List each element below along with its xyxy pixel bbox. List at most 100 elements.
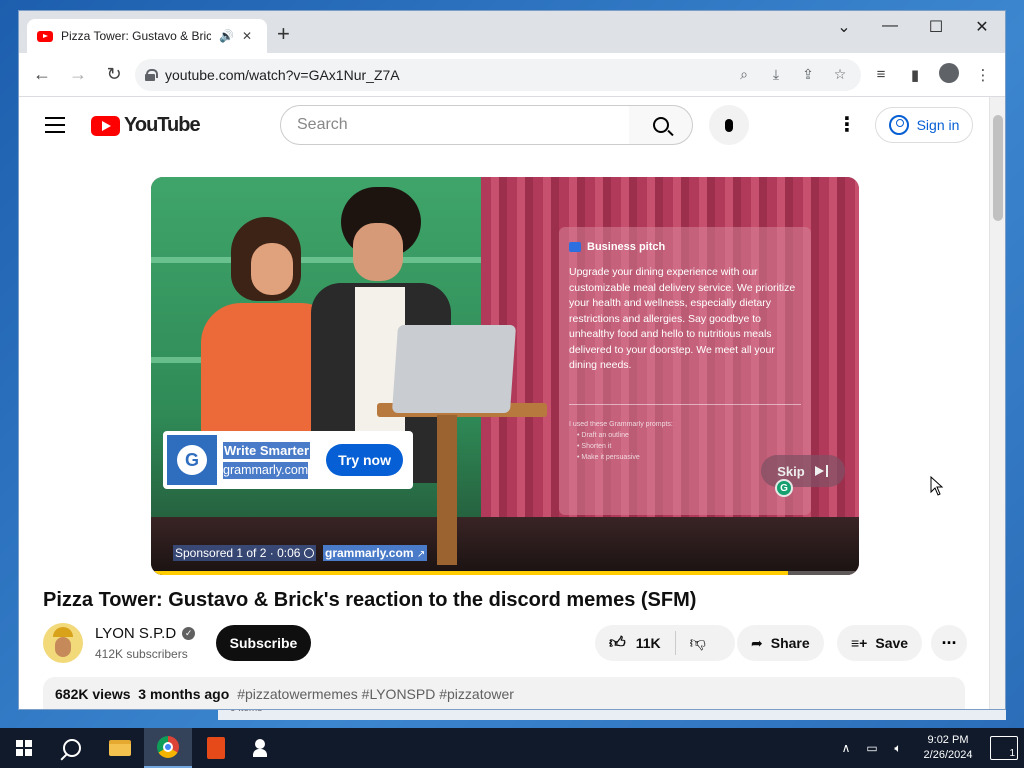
sign-in-button[interactable]: Sign in xyxy=(875,107,973,143)
search-button[interactable] xyxy=(629,105,693,145)
search-icon xyxy=(652,117,669,133)
notification-count: 1 xyxy=(1009,748,1015,759)
forward-arrow-icon[interactable]: → xyxy=(63,60,93,90)
hamburger-menu-icon[interactable] xyxy=(45,117,65,133)
video-title: Pizza Tower: Gustavo & Brick's reaction … xyxy=(43,589,697,611)
hashtags[interactable]: #pizzatowermemes #LYONSPD #pizzatower xyxy=(237,686,514,702)
bookmark-star-icon[interactable]: ☆ xyxy=(829,66,851,83)
ad-companion-card[interactable]: G Write Smarter grammarly.com Try now xyxy=(163,431,413,489)
people-icon xyxy=(253,739,275,757)
thumbs-up-icon: 👍︎ xyxy=(609,634,626,652)
scrollbar-thumb[interactable] xyxy=(993,115,1003,221)
taskbar-office[interactable] xyxy=(192,728,240,768)
toolbar: ← → ↻ youtube.com/watch?v=GAx1Nur_Z7A ⌕ … xyxy=(19,53,1005,97)
skip-next-icon xyxy=(814,465,829,477)
voice-search-button[interactable] xyxy=(709,105,749,145)
url-text[interactable]: youtube.com/watch?v=GAx1Nur_Z7A xyxy=(165,67,723,83)
prompt-item: • Draft an outline xyxy=(577,431,629,439)
chrome-icon xyxy=(157,736,179,758)
description-box[interactable]: 682K views 3 months ago #pizzatowermemes… xyxy=(43,677,965,709)
tab-youtube[interactable]: Pizza Tower: Gustavo & Brick's reaction … xyxy=(27,19,267,53)
address-bar[interactable]: youtube.com/watch?v=GAx1Nur_Z7A ⌕ ⤓ ⇪ ☆ xyxy=(135,58,861,91)
page-viewport: YouTube Search ⋮ Sign in Business pitch … xyxy=(19,97,991,709)
notification-center-icon[interactable]: 1 xyxy=(990,736,1018,760)
ad-progress-bar[interactable] xyxy=(151,571,859,575)
install-app-icon[interactable]: ⤓ xyxy=(765,66,787,83)
speaker-icon[interactable]: 🔊 xyxy=(219,29,234,43)
chevron-up-icon[interactable]: ∧ xyxy=(838,741,854,755)
save-label: Save xyxy=(875,635,909,651)
youtube-play-icon xyxy=(91,115,120,136)
side-panel-icon[interactable]: ▮ xyxy=(901,66,929,84)
search-icon xyxy=(63,739,81,757)
share-label: Share xyxy=(770,635,810,651)
skip-ad-button[interactable]: Skip xyxy=(761,455,845,487)
youtube-favicon-icon xyxy=(37,30,53,42)
close-window-button[interactable]: ✕ xyxy=(959,17,1005,37)
system-tray: ∧ ▭ 🔈︎ 9:02 PM 2/26/2024 1 xyxy=(838,728,1024,768)
ad-sponsor-badge: Sponsored 1 of 2 · 0:06 xyxy=(173,545,317,561)
tab-search-chevron-icon[interactable]: ⌄ xyxy=(821,17,867,37)
like-button[interactable]: 👍︎ 11K xyxy=(595,631,676,655)
windows-logo-icon xyxy=(16,740,32,756)
skip-label: Skip xyxy=(777,463,805,479)
clock-time: 9:02 PM xyxy=(927,734,969,746)
zoom-search-icon[interactable]: ⌕ xyxy=(733,66,755,83)
tab-strip: Pizza Tower: Gustavo & Brick's reaction … xyxy=(19,11,1005,53)
document-icon xyxy=(569,242,581,252)
reload-icon[interactable]: ↻ xyxy=(99,60,129,90)
share-icon[interactable]: ⇪ xyxy=(797,66,819,83)
new-tab-button[interactable]: + xyxy=(277,23,290,45)
dislike-button[interactable]: 👎︎ xyxy=(676,634,720,653)
back-arrow-icon[interactable]: ← xyxy=(27,60,57,90)
share-button[interactable]: ➦ Share xyxy=(737,625,824,661)
ad-sponsor-link[interactable]: grammarly.com ↗ xyxy=(323,545,428,561)
info-icon[interactable] xyxy=(304,548,315,558)
playlist-add-icon: ≡+ xyxy=(851,635,868,651)
channel-avatar[interactable] xyxy=(43,623,83,663)
browser-menu-icon[interactable]: ⋮ xyxy=(969,66,997,84)
tab-close-icon[interactable]: ✕ xyxy=(242,29,252,43)
settings-kebab-icon[interactable]: ⋮ xyxy=(837,111,857,139)
external-link-icon: ↗ xyxy=(416,549,426,560)
volume-muted-icon[interactable]: 🔈︎ xyxy=(890,741,906,756)
tab-title: Pizza Tower: Gustavo & Brick's reaction … xyxy=(61,29,211,43)
ad-headline[interactable]: Write Smarter xyxy=(223,441,311,459)
sponsor-url-text[interactable]: grammarly.com xyxy=(325,546,413,560)
page-scrollbar[interactable] xyxy=(989,97,1005,709)
pitch-body: Upgrade your dining experience with our … xyxy=(569,266,796,371)
youtube-logo[interactable]: YouTube xyxy=(91,114,201,137)
office-icon xyxy=(207,737,225,759)
profile-avatar-icon[interactable] xyxy=(935,62,963,87)
taskbar-people[interactable] xyxy=(240,728,288,768)
divider xyxy=(569,403,801,405)
ad-domain[interactable]: grammarly.com xyxy=(223,461,309,479)
like-count: 11K xyxy=(635,635,661,651)
video-player[interactable]: Business pitch Upgrade your dining exper… xyxy=(151,177,859,575)
thumbs-down-icon: 👎︎ xyxy=(689,634,706,652)
channel-name-text[interactable]: LYON S.P.D xyxy=(95,625,176,642)
media-controls-icon[interactable]: ≡ xyxy=(867,66,895,83)
more-actions-button[interactable]: ··· xyxy=(931,625,967,661)
try-now-button[interactable]: Try now xyxy=(326,444,403,476)
search-input[interactable]: Search xyxy=(280,105,630,145)
network-icon[interactable]: ▭ xyxy=(864,741,880,755)
taskbar-search-button[interactable] xyxy=(48,728,96,768)
channel-name[interactable]: LYON S.P.D ✓ xyxy=(95,625,196,642)
subscribe-button[interactable]: Subscribe xyxy=(216,625,311,661)
ad-card-text[interactable]: Write Smarter grammarly.com xyxy=(223,441,320,479)
maximize-button[interactable]: ☐ xyxy=(913,17,959,37)
start-button[interactable] xyxy=(0,728,48,768)
pitch-title: Business pitch xyxy=(569,241,801,253)
lock-icon[interactable] xyxy=(145,68,158,81)
grammarly-badge-icon[interactable]: G xyxy=(775,479,793,497)
ad-laptop xyxy=(391,325,517,413)
clock[interactable]: 9:02 PM 2/26/2024 xyxy=(916,733,980,763)
subscriber-count: 412K subscribers xyxy=(95,647,188,661)
minimize-button[interactable]: — xyxy=(867,17,913,35)
grammarly-logo-icon[interactable]: G xyxy=(167,435,217,485)
taskbar-file-explorer[interactable] xyxy=(96,728,144,768)
sign-in-label: Sign in xyxy=(916,117,960,133)
taskbar-chrome[interactable] xyxy=(144,728,192,768)
save-button[interactable]: ≡+ Save xyxy=(837,625,923,661)
